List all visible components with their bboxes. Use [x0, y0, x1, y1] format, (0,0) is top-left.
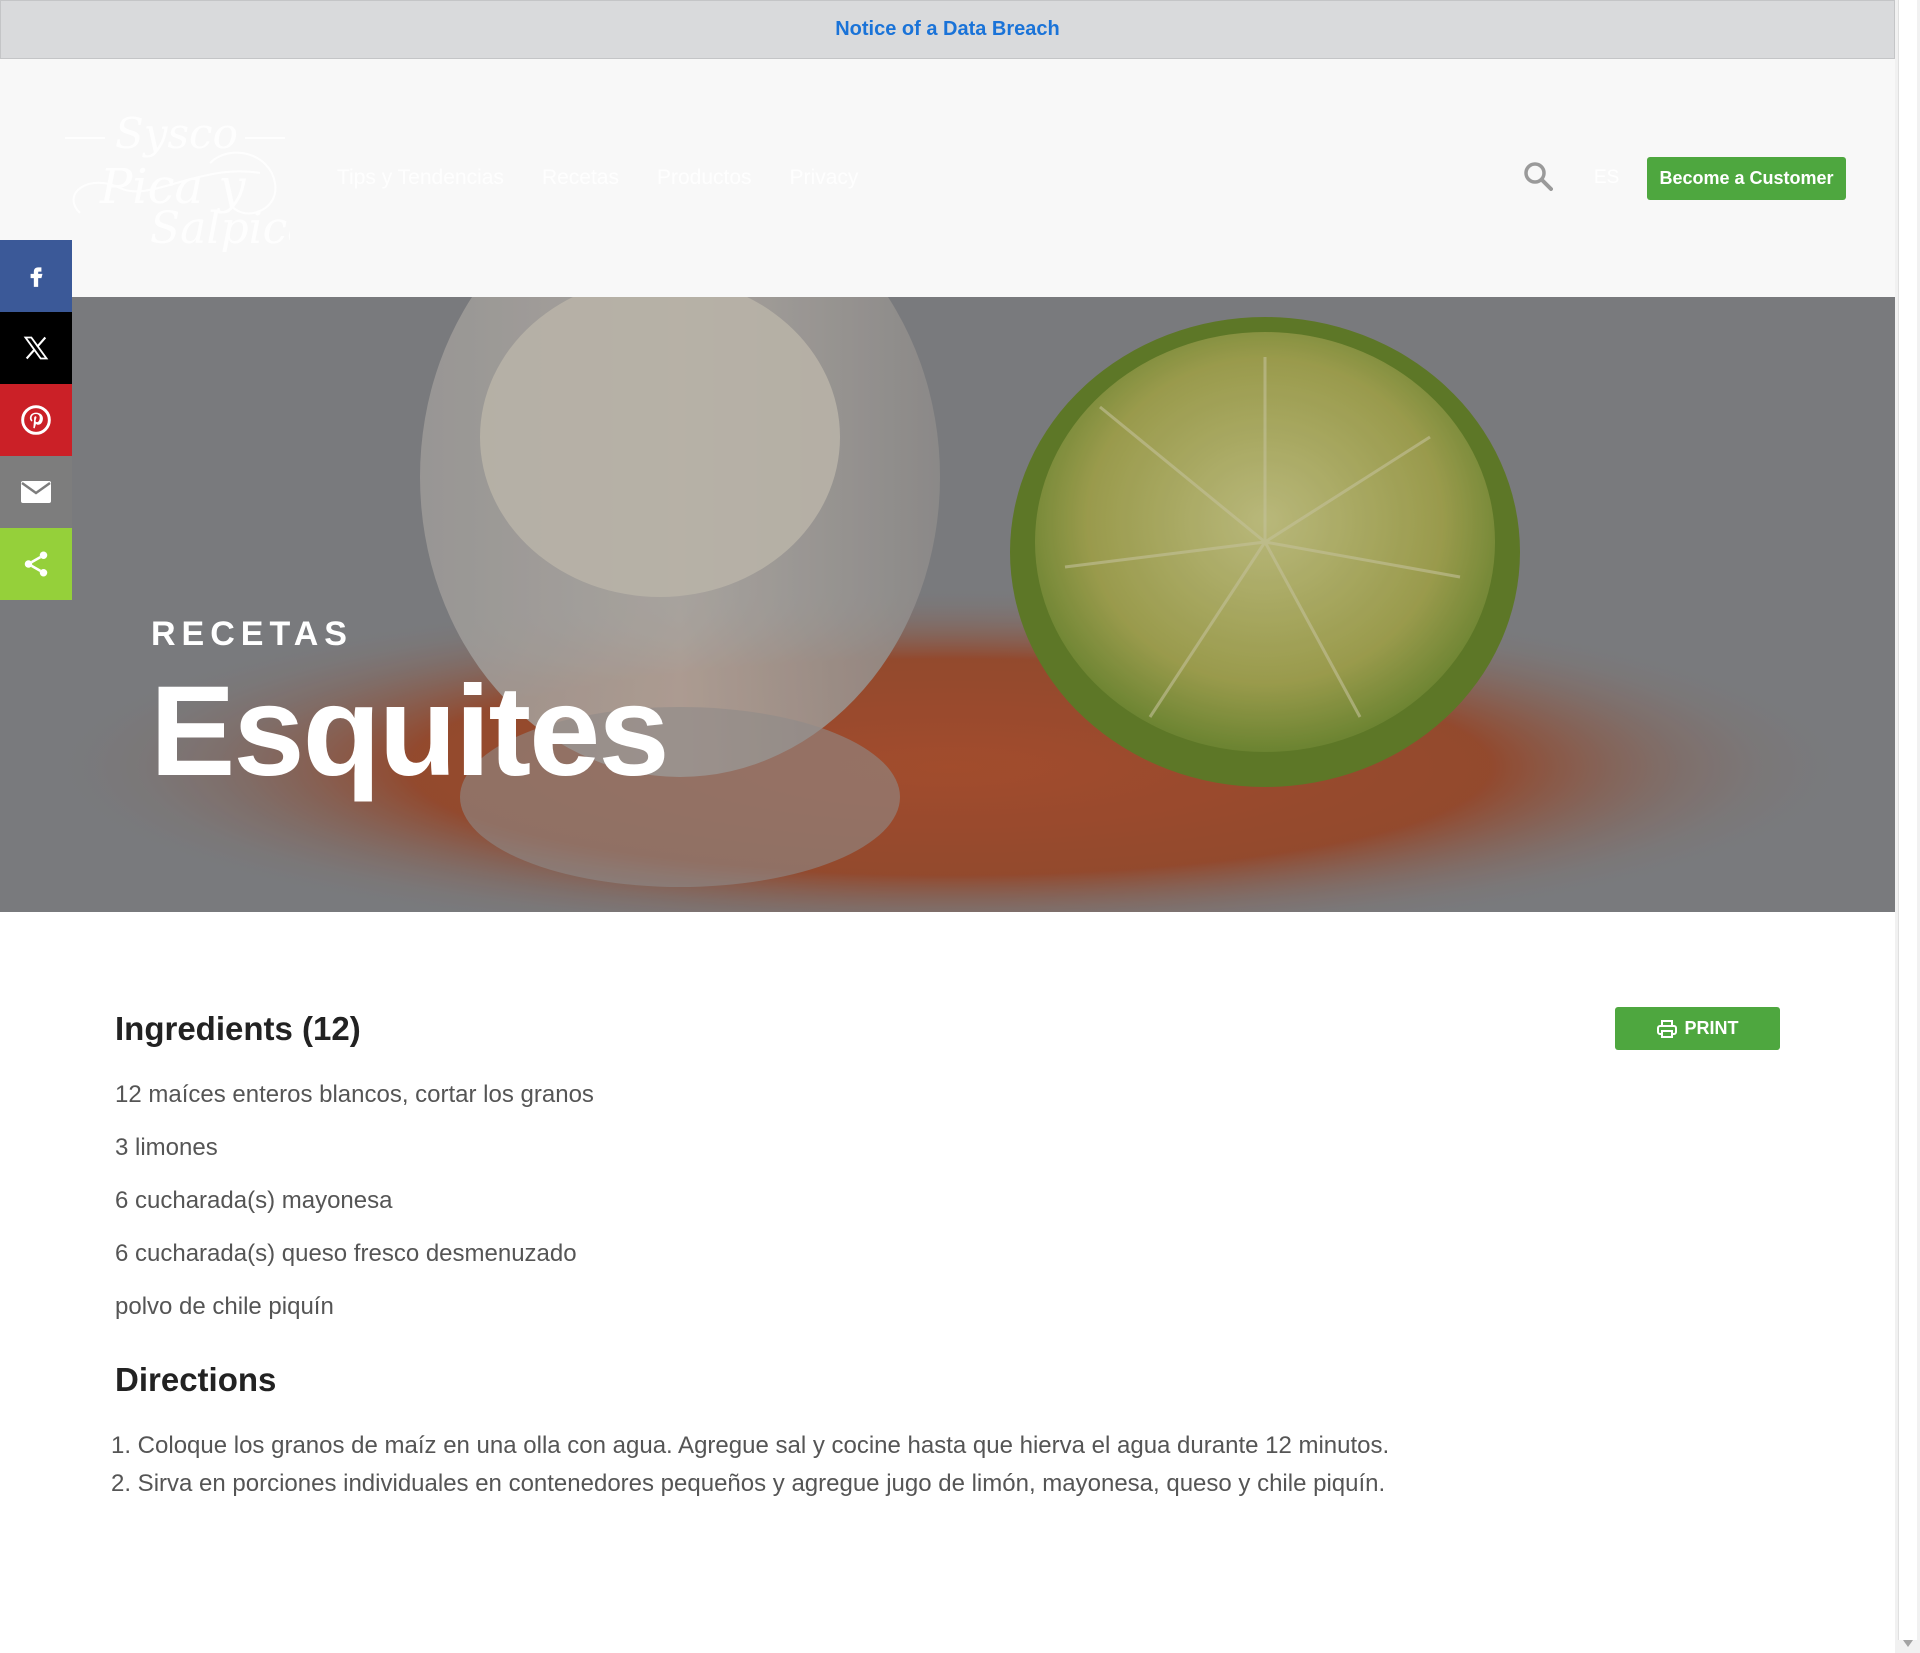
printer-icon — [1656, 1019, 1677, 1038]
list-item: 6 cucharada(s) queso fresco desmenuzado — [115, 1240, 577, 1267]
directions-list: 1. Coloque los granos de maíz en una oll… — [111, 1427, 1780, 1503]
hero-banner: RECETAS Esquites — [0, 297, 1895, 912]
list-item: 1. Coloque los granos de maíz en una oll… — [111, 1432, 1390, 1459]
site-logo[interactable]: Sysco Pica y Salpica — [60, 103, 290, 253]
nav-productos[interactable]: Productos — [657, 166, 752, 190]
share-x-button[interactable] — [0, 312, 72, 384]
print-label: PRINT — [1684, 1018, 1739, 1038]
main-nav: Tips y Tendencias Recetas Productos Priv… — [337, 166, 858, 190]
list-item: 3 limones — [115, 1134, 218, 1161]
share-pinterest-button[interactable] — [0, 384, 72, 456]
data-breach-notice-link[interactable]: Notice of a Data Breach — [835, 18, 1060, 41]
language-switch[interactable]: ES — [1594, 167, 1619, 189]
facebook-icon — [30, 267, 43, 287]
nav-tips[interactable]: Tips y Tendencias — [337, 166, 504, 190]
ingredients-heading: Ingredients (12) — [115, 1010, 361, 1047]
site-header: Sysco Pica y Salpica Tips y Tendencias R… — [0, 59, 1895, 297]
search-icon[interactable] — [1523, 161, 1553, 191]
scroll-down-icon[interactable] — [1903, 1640, 1913, 1647]
directions-heading: Directions — [115, 1361, 277, 1398]
page-title: Esquites — [150, 660, 669, 803]
notice-bar: Notice of a Data Breach — [0, 0, 1895, 59]
pinterest-icon — [21, 405, 51, 435]
recipe-content: Ingredients (12) PRINT 12 maíces enteros… — [111, 1007, 1780, 1503]
share-facebook-button[interactable] — [0, 240, 72, 312]
share-rail — [0, 240, 72, 600]
x-icon — [23, 336, 49, 360]
nav-recetas[interactable]: Recetas — [542, 166, 619, 190]
email-icon — [21, 481, 51, 503]
share-icon — [24, 551, 48, 577]
list-item: 12 maíces enteros blancos, cortar los gr… — [115, 1081, 594, 1108]
become-customer-button[interactable]: Become a Customer — [1647, 157, 1846, 200]
share-email-button[interactable] — [0, 456, 72, 528]
list-item: 6 cucharada(s) mayonesa — [115, 1187, 393, 1214]
nav-privacy[interactable]: Privacy — [790, 166, 859, 190]
vertical-scrollbar[interactable] — [1895, 0, 1920, 1653]
hero-image — [0, 297, 1895, 912]
hero-category: RECETAS — [151, 615, 353, 653]
ingredients-list: 12 maíces enteros blancos, cortar los gr… — [115, 1078, 1780, 1343]
list-item: polvo de chile piquín — [115, 1293, 334, 1320]
svg-text:Salpica: Salpica — [150, 203, 290, 253]
share-more-button[interactable] — [0, 528, 72, 600]
svg-text:Sysco: Sysco — [115, 109, 238, 158]
list-item: 2. Sirva en porciones individuales en co… — [111, 1470, 1386, 1497]
scrollbar-thumb[interactable] — [1898, 0, 1917, 1640]
print-button[interactable]: PRINT — [1615, 1007, 1780, 1050]
